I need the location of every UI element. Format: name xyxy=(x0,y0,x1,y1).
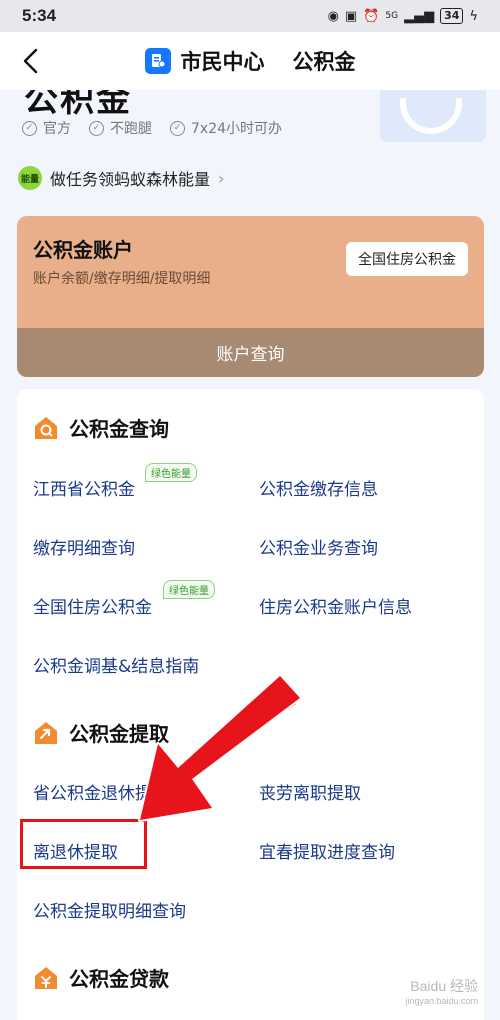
network-label: 5G xyxy=(385,11,399,21)
hero-illustration xyxy=(380,90,486,142)
section-title-text: 公积金贷款 xyxy=(69,967,169,991)
service-deposit-detail[interactable]: 缴存明细查询 xyxy=(33,534,135,559)
back-button[interactable] xyxy=(14,44,48,78)
signal-icon: ▂▄▆ xyxy=(404,8,435,24)
service-disability-resign-withdraw[interactable]: 丧劳离职提取 xyxy=(259,779,361,804)
status-time: 5:34 xyxy=(22,6,57,25)
badge-label: 7x24小时可办 xyxy=(191,121,283,137)
account-query-button[interactable]: 账户查询 xyxy=(17,328,484,377)
page-header: 公积金 ✓ 官方 ✓ 不跑腿 ✓ 7x24小时可办 能量 做任务领蚂蚁森林能量 … xyxy=(0,90,500,210)
green-energy-tag: 绿色能量 xyxy=(163,580,215,599)
service-jiangxi-fund[interactable]: 江西省公积金 xyxy=(33,475,135,500)
page-big-title: 公积金 xyxy=(24,90,132,120)
nav-subtitle-text: 公积金 xyxy=(292,50,356,74)
check-circle-icon: ✓ xyxy=(170,120,185,136)
nav-title: 市民中心 公积金 xyxy=(144,46,356,76)
energy-task-link[interactable]: 能量 做任务领蚂蚁森林能量 › xyxy=(18,166,224,190)
nfc-icon: ▣ xyxy=(344,8,358,24)
energy-icon: 能量 xyxy=(18,166,42,190)
eye-icon: ◉ xyxy=(327,8,339,24)
section-title-withdraw: 公积金提取 xyxy=(33,718,169,747)
badge-label: 不跑腿 xyxy=(110,121,152,137)
chevron-left-icon xyxy=(23,48,38,74)
account-card-title: 公积金账户 xyxy=(33,238,133,262)
watermark-main: Baidu 经验 xyxy=(410,978,478,994)
status-bar: 5:34 ◉ ▣ ⏰ 5G ▂▄▆ 34 ϟ xyxy=(0,0,500,32)
service-deposit-info[interactable]: 公积金缴存信息 xyxy=(259,475,378,500)
green-energy-tag: 绿色能量 xyxy=(145,463,197,482)
section-title-text: 公积金查询 xyxy=(69,417,169,441)
nav-bar: 市民中心 公积金 xyxy=(0,32,500,90)
service-province-retire-withdraw[interactable]: 省公积金退休提取 xyxy=(33,779,169,804)
service-yichun-progress[interactable]: 宜春提取进度查询 xyxy=(259,838,395,863)
service-adjustment-guide[interactable]: 公积金调基&结息指南 xyxy=(33,652,199,677)
service-retirement-withdraw[interactable]: 离退休提取 xyxy=(33,838,118,863)
battery-indicator: 34 xyxy=(440,8,464,24)
energy-task-text: 做任务领蚂蚁森林能量 xyxy=(50,170,211,189)
service-withdraw-detail[interactable]: 公积金提取明细查询 xyxy=(33,897,186,922)
house-arrow-icon xyxy=(33,720,59,746)
service-account-info[interactable]: 住房公积金账户信息 xyxy=(259,593,412,618)
services-card: 公积金查询 江西省公积金 绿色能量 公积金缴存信息 缴存明细查询 公积金业务查询… xyxy=(17,389,484,1020)
badge-label: 官方 xyxy=(43,121,71,137)
badge-24h: ✓ 7x24小时可办 xyxy=(170,118,282,138)
section-title-text: 公积金提取 xyxy=(69,722,169,746)
section-title-loan: 公积金贷款 xyxy=(33,963,169,992)
baidu-watermark: Baidu 经验 jingyan.baidu.com xyxy=(405,976,478,1006)
account-card: 公积金账户 账户余额/缴存明细/提取明细 全国住房公积金 账户查询 xyxy=(17,216,484,377)
status-icons: ◉ ▣ ⏰ 5G ▂▄▆ 34 ϟ xyxy=(328,8,478,24)
alarm-icon: ⏰ xyxy=(363,8,380,24)
account-card-subtitle: 账户余额/缴存明细/提取明细 xyxy=(33,271,211,287)
check-circle-icon: ✓ xyxy=(89,120,104,136)
service-business-query[interactable]: 公积金业务查询 xyxy=(259,534,378,559)
chevron-right-icon: › xyxy=(218,168,225,188)
badge-official: ✓ 官方 xyxy=(22,118,71,138)
check-circle-icon: ✓ xyxy=(22,120,37,136)
house-search-icon xyxy=(33,415,59,441)
feature-badges: ✓ 官方 ✓ 不跑腿 ✓ 7x24小时可办 xyxy=(22,118,282,138)
citizen-center-logo-icon xyxy=(144,48,171,74)
charging-icon: ϟ xyxy=(469,8,478,24)
service-national-fund[interactable]: 全国住房公积金 xyxy=(33,593,152,618)
national-fund-button[interactable]: 全国住房公积金 xyxy=(346,242,468,276)
badge-no-travel: ✓ 不跑腿 xyxy=(89,118,152,138)
nav-title-text: 市民中心 xyxy=(180,50,265,74)
watermark-sub: jingyan.baidu.com xyxy=(405,996,478,1006)
house-yen-icon xyxy=(33,965,59,991)
section-title-query: 公积金查询 xyxy=(33,413,169,442)
